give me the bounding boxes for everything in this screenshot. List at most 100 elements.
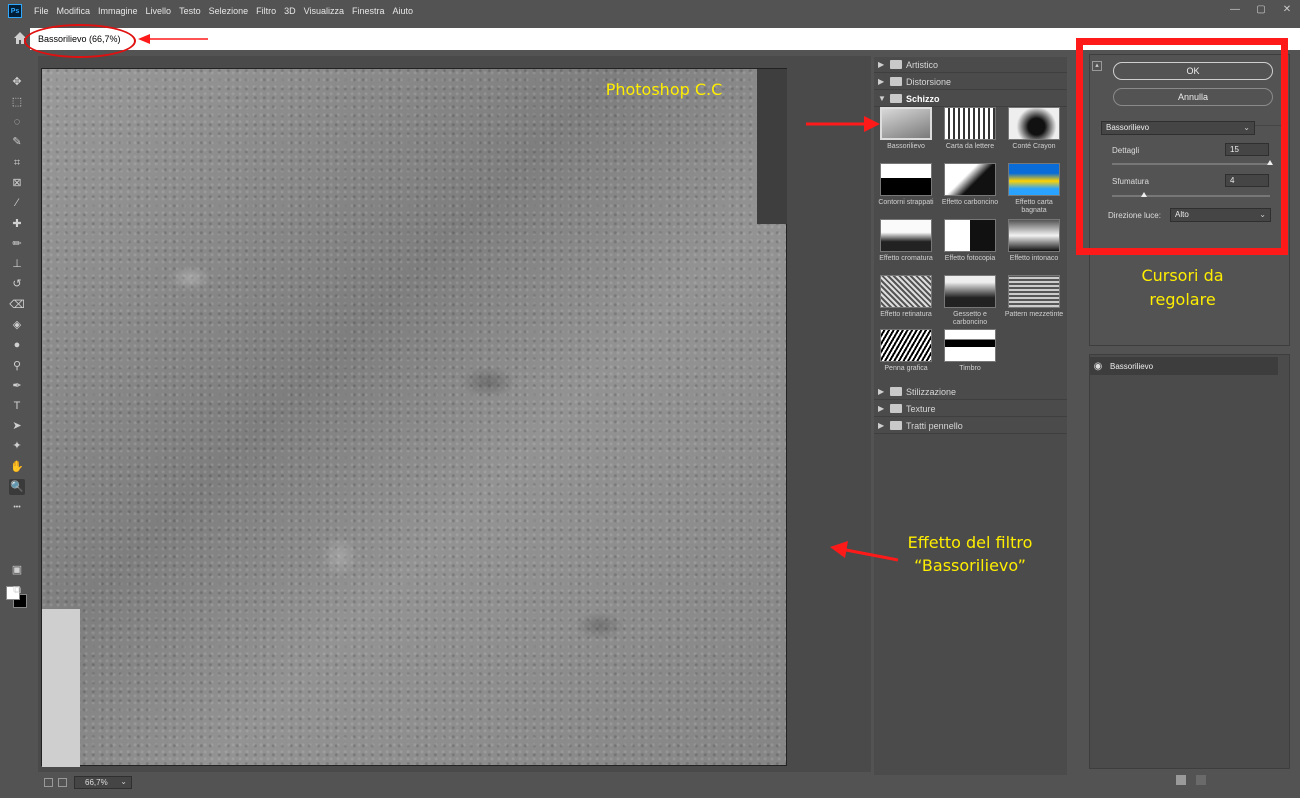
folder-icon — [890, 60, 902, 69]
blur-tool-icon[interactable]: ● — [9, 337, 25, 353]
filter-preview-image[interactable] — [41, 68, 787, 767]
expand-arrow-icon: ▶ — [878, 387, 885, 396]
filter-thumbnail-image — [880, 219, 932, 252]
eyedropper-tool-icon[interactable]: ⁄ — [9, 195, 25, 211]
annotation-highlight-box — [1076, 38, 1288, 255]
new-effect-layer-icon[interactable] — [1176, 775, 1186, 785]
filter-thumbnail[interactable]: Bassorilievo — [876, 107, 936, 151]
filter-thumbnail-image — [944, 219, 996, 252]
filter-thumbnail[interactable]: Pattern mezzetinte — [1004, 275, 1064, 319]
lasso-tool-icon[interactable]: ◌ — [9, 114, 25, 130]
dodge-tool-icon[interactable]: ⚲ — [9, 358, 25, 374]
menu-bar: Ps File Modifica Immagine Livello Testo … — [0, 0, 1300, 22]
paint-bucket-tool-icon[interactable]: ◈ — [9, 317, 25, 333]
filter-thumbnail[interactable]: Contorni strappati — [876, 163, 936, 207]
category-artistico[interactable]: ▶ Artistico — [874, 57, 1067, 73]
filter-thumbnail[interactable]: Effetto cromatura — [876, 219, 936, 263]
filter-thumbnail[interactable]: Carta da lettere — [940, 107, 1000, 151]
menu-visualizza[interactable]: Visualizza — [300, 6, 348, 16]
category-tratti-pennello[interactable]: ▶ Tratti pennello — [874, 418, 1067, 434]
path-select-tool-icon[interactable]: ➤ — [9, 418, 25, 434]
more-tools-icon[interactable]: ••• — [9, 500, 25, 516]
category-schizzo[interactable]: ▼ Schizzo — [874, 91, 1067, 107]
filter-thumbnail-label: Timbro — [959, 365, 981, 372]
quick-select-tool-icon[interactable]: ✎ — [9, 134, 25, 150]
menu-selezione[interactable]: Selezione — [205, 6, 253, 16]
category-label: Tratti pennello — [906, 420, 963, 431]
zoom-in-icon[interactable] — [58, 778, 67, 787]
menu-file[interactable]: File — [30, 6, 53, 16]
folder-icon — [890, 77, 902, 86]
folder-icon — [890, 404, 902, 413]
screen-mode-icon[interactable]: ⧉ — [9, 582, 25, 598]
menu-3d[interactable]: 3D — [280, 6, 300, 16]
category-stilizzazione[interactable]: ▶ Stilizzazione — [874, 384, 1067, 400]
brush-tool-icon[interactable]: ✏ — [9, 236, 25, 252]
menu-immagine[interactable]: Immagine — [94, 6, 142, 16]
filter-thumbnail-image — [944, 107, 996, 140]
filter-thumbnail[interactable]: Timbro — [940, 329, 1000, 373]
filter-thumbnail-label: Penna grafica — [884, 365, 928, 372]
delete-effect-layer-icon[interactable] — [1196, 775, 1206, 785]
menu-finestra[interactable]: Finestra — [348, 6, 389, 16]
filter-thumbnail-image — [944, 329, 996, 362]
zoom-tool-icon[interactable]: 🔍 — [9, 479, 25, 495]
annotation-effetto-line1: Effetto del filtro — [907, 533, 1033, 552]
category-distorsione[interactable]: ▶ Distorsione — [874, 74, 1067, 90]
filter-thumbnail-image — [1008, 163, 1060, 196]
filter-thumbnail-label: Pattern mezzetinte — [1004, 311, 1064, 318]
filter-thumbnail[interactable]: Effetto fotocopia — [940, 219, 1000, 263]
filter-thumbnail-image — [880, 329, 932, 362]
filter-thumbnail[interactable]: Conté Crayon — [1004, 107, 1064, 151]
filter-thumbnail-image — [944, 275, 996, 308]
photoshop-logo-icon: Ps — [8, 4, 22, 18]
history-brush-tool-icon[interactable]: ↺ — [9, 276, 25, 292]
effect-layers-panel: ◉ Bassorilievo — [1089, 354, 1290, 769]
filter-thumbnail[interactable]: Effetto carboncino — [940, 163, 1000, 207]
move-tool-icon[interactable]: ✥ — [9, 74, 25, 90]
type-tool-icon[interactable]: T — [9, 398, 25, 414]
filter-thumbnail[interactable]: Effetto retinatura — [876, 275, 936, 319]
filter-thumbnail-label: Effetto intonaco — [1009, 255, 1059, 262]
zoom-select[interactable]: 66,7% ⌄ — [74, 776, 132, 789]
annotation-cursori-line1: Cursori da — [1141, 266, 1224, 285]
annotation-effetto-line2: “Bassorilievo” — [914, 556, 1026, 575]
filter-thumbnail-image — [1008, 107, 1060, 140]
menu-modifica[interactable]: Modifica — [53, 6, 95, 16]
zoom-out-icon[interactable] — [44, 778, 53, 787]
marquee-tool-icon[interactable]: ⬚ — [9, 94, 25, 110]
menu-filtro[interactable]: Filtro — [252, 6, 280, 16]
filter-thumbnail[interactable]: Gessetto e carboncino — [940, 275, 1000, 327]
category-label: Artistico — [906, 59, 939, 70]
category-texture[interactable]: ▶ Texture — [874, 401, 1067, 417]
category-label: Distorsione — [906, 76, 952, 87]
menu-aiuto[interactable]: Aiuto — [389, 6, 418, 16]
window-controls: — ▢ ✕ — [1222, 0, 1300, 18]
crop-tool-icon[interactable]: ⌗ — [9, 155, 25, 171]
annotation-photoshop-label: Photoshop C.C — [605, 80, 723, 99]
pen-tool-icon[interactable]: ✒ — [9, 378, 25, 394]
annotation-title-ellipse — [24, 24, 136, 58]
minimize-button[interactable]: — — [1222, 0, 1248, 18]
menu-livello[interactable]: Livello — [142, 6, 176, 16]
frame-tool-icon[interactable]: ⊠ — [9, 175, 25, 191]
maximize-button[interactable]: ▢ — [1248, 0, 1274, 18]
hand-tool-icon[interactable]: ✋ — [9, 459, 25, 475]
filter-thumbnail[interactable]: Effetto intonaco — [1004, 219, 1064, 263]
filter-thumbnail-image — [944, 163, 996, 196]
eye-icon[interactable]: ◉ — [1090, 361, 1106, 372]
filter-thumbnail[interactable]: Effetto carta bagnata — [1004, 163, 1064, 215]
eraser-tool-icon[interactable]: ⌫ — [9, 297, 25, 313]
menu-testo[interactable]: Testo — [175, 6, 205, 16]
quick-mask-icon[interactable]: ▣ — [9, 562, 25, 578]
filter-thumbnail-label: Conté Crayon — [1012, 143, 1056, 150]
expand-arrow-icon: ▶ — [878, 404, 885, 413]
filter-thumbnail[interactable]: Penna grafica — [876, 329, 936, 373]
filter-thumbnail-label: Bassorilievo — [887, 143, 925, 150]
effect-layer-row[interactable]: ◉ Bassorilievo — [1090, 357, 1278, 375]
clone-stamp-tool-icon[interactable]: ⊥ — [9, 256, 25, 272]
custom-shape-tool-icon[interactable]: ✦ — [9, 438, 25, 454]
healing-brush-tool-icon[interactable]: ✚ — [9, 216, 25, 232]
filter-thumbnail-label: Carta da lettere — [945, 143, 995, 150]
close-button[interactable]: ✕ — [1274, 0, 1300, 18]
